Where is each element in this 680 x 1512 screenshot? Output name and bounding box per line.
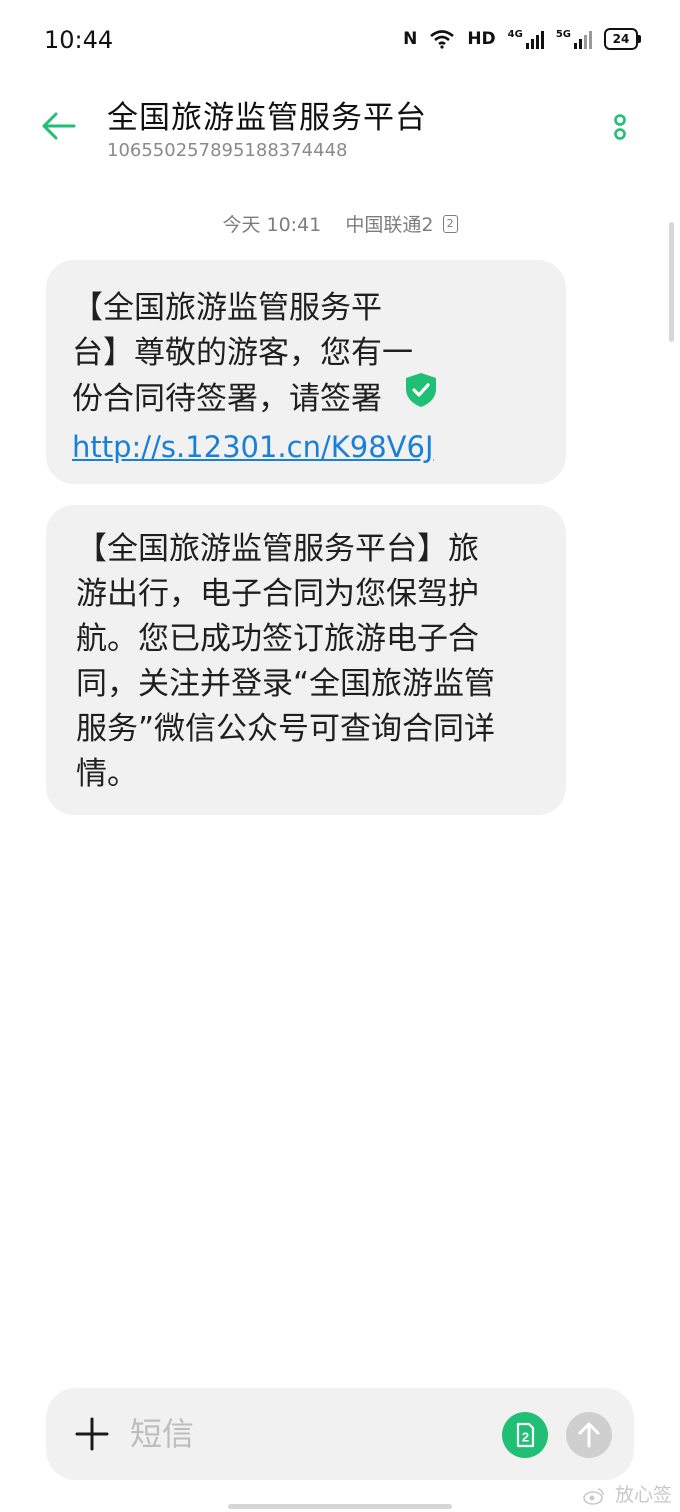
- watermark: 放心签: [583, 1480, 672, 1507]
- scrollbar[interactable]: [669, 222, 674, 342]
- message-line: 台】尊敬的游客，您有一: [72, 335, 413, 371]
- battery-icon: 24: [604, 28, 641, 50]
- watermark-text: 放心签: [614, 1484, 672, 1506]
- message-line: 情。: [76, 756, 138, 792]
- send-button[interactable]: [566, 1412, 612, 1458]
- send-arrow-icon: [578, 1422, 600, 1448]
- home-indicator[interactable]: [228, 1504, 452, 1509]
- message-time: 今天 10:41: [222, 214, 322, 236]
- message-line: 游出行，电子合同为您保驾护: [76, 576, 479, 612]
- message-line-with-shield: 份合同待签署，请签署: [72, 373, 540, 425]
- back-arrow-icon: [42, 112, 76, 140]
- signal-4g-icon: 4G: [508, 29, 544, 49]
- signal-5g-icon: 5G: [556, 29, 592, 49]
- wifi-icon: [430, 30, 455, 49]
- attach-button[interactable]: [74, 1416, 110, 1452]
- message-bubble[interactable]: 【全国旅游监管服务平台】旅 游出行，电子合同为您保驾护 航。您已成功签订旅游电子…: [46, 505, 566, 815]
- sim-select-button[interactable]: 2: [502, 1412, 548, 1458]
- contract-link[interactable]: http://s.12301.cn/K98V6J: [72, 430, 434, 464]
- message-line: 服务”微信公众号可查询合同详: [76, 711, 496, 747]
- message-line: 【全国旅游监管服务平台】旅: [76, 531, 479, 567]
- more-vertical-icon: [614, 114, 626, 140]
- status-time: 10:44: [44, 26, 114, 54]
- conversation-title: 全国旅游监管服务平台: [107, 100, 427, 136]
- status-icons: N HD 4G 5G 24: [403, 28, 641, 50]
- message-line: 航。您已成功签订旅游电子合: [76, 621, 479, 657]
- sim-card-icon: 2: [516, 1422, 535, 1448]
- weibo-logo-icon: [583, 1487, 604, 1505]
- message-meta: 今天 10:41 中国联通2 2: [0, 210, 680, 237]
- carrier-name: 中国联通2: [345, 214, 434, 236]
- message-line: 份合同待签署，请签署: [72, 381, 382, 417]
- message-line: 同，关注并登录“全国旅游监管: [76, 666, 496, 702]
- more-options-button[interactable]: [604, 110, 636, 150]
- plus-icon: [75, 1417, 109, 1451]
- status-bar: 10:44 N HD 4G 5G 24: [0, 0, 680, 80]
- sim-badge: 2: [442, 214, 458, 233]
- sim-card-label: 2: [522, 1430, 529, 1445]
- hd-icon: HD: [467, 29, 496, 49]
- signal-4g-label: 4G: [507, 29, 523, 40]
- signal-5g-label: 5G: [555, 29, 571, 40]
- message-input[interactable]: [130, 1410, 490, 1458]
- sender-number: 106550257895188374448: [107, 140, 348, 161]
- nfc-icon: N: [403, 29, 418, 49]
- message-line: 【全国旅游监管服务平: [72, 290, 382, 326]
- message-bubble[interactable]: 【全国旅游监管服务平 台】尊敬的游客，您有一 份合同待签署，请签署 http:/…: [46, 260, 566, 484]
- composer-bar: 2: [46, 1388, 634, 1480]
- verified-shield-icon: [404, 372, 438, 421]
- back-button[interactable]: [36, 104, 80, 148]
